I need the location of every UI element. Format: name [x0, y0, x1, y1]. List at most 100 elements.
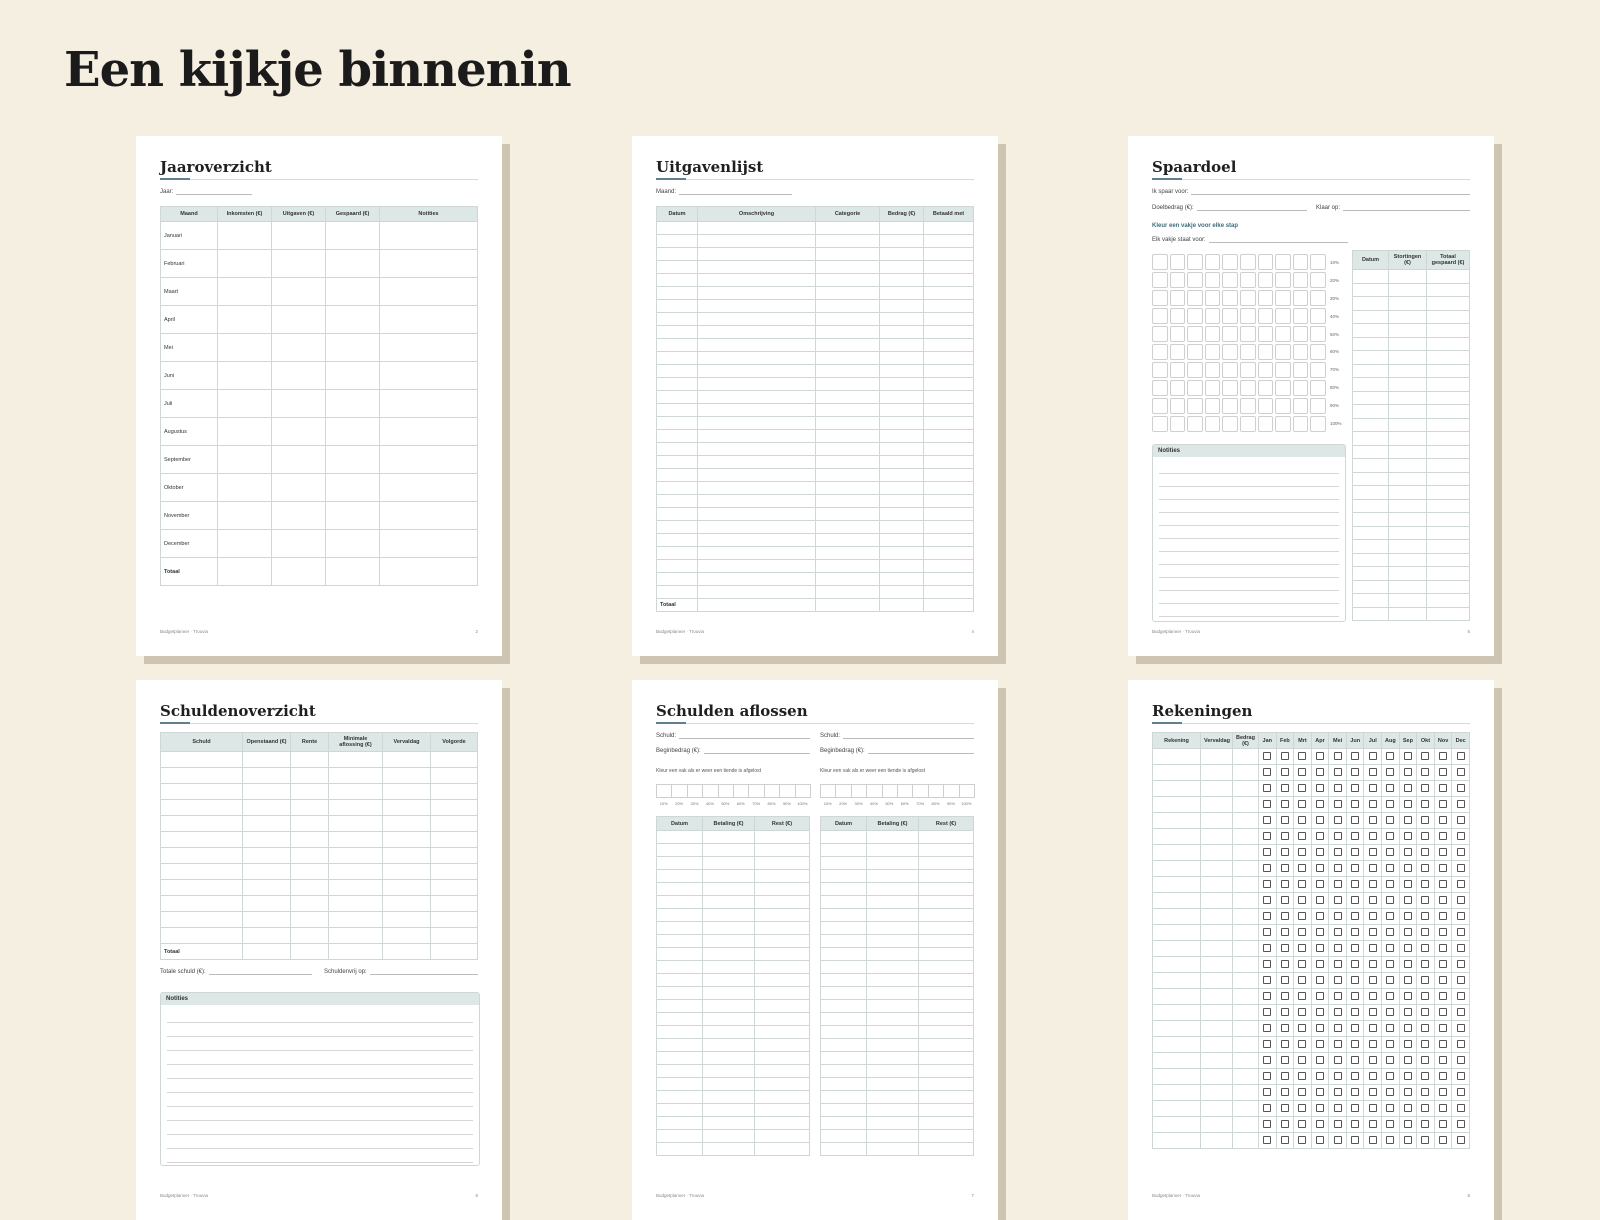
paid-checkbox[interactable] [1298, 943, 1307, 952]
savings-box[interactable] [1187, 362, 1203, 378]
paid-checkbox[interactable] [1456, 1055, 1465, 1064]
table-cell[interactable] [1152, 876, 1201, 893]
table-cell[interactable] [328, 815, 383, 832]
table-cell[interactable] [1200, 1132, 1233, 1149]
paid-checkbox[interactable] [1403, 1023, 1412, 1032]
paid-checkbox[interactable] [1263, 975, 1272, 984]
table-cell[interactable] [879, 286, 924, 300]
paid-checkbox[interactable] [1368, 1087, 1377, 1096]
table-cell[interactable] [923, 546, 974, 560]
paid-checkbox[interactable] [1333, 751, 1342, 760]
table-cell[interactable] [820, 973, 867, 987]
table-cell[interactable] [918, 1012, 974, 1026]
table-cell[interactable] [918, 869, 974, 883]
table-cell[interactable] [379, 529, 478, 558]
paid-checkbox[interactable] [1421, 847, 1430, 856]
table-cell[interactable] [923, 286, 974, 300]
table-cell[interactable] [430, 895, 478, 912]
table-cell[interactable] [290, 847, 329, 864]
debt-name-line[interactable] [843, 732, 974, 739]
paid-checkbox[interactable] [1403, 895, 1412, 904]
paid-checkbox[interactable] [1316, 927, 1325, 936]
table-cell[interactable] [702, 1012, 755, 1026]
progress-box[interactable] [794, 784, 812, 798]
table-cell[interactable] [866, 986, 919, 1000]
table-cell[interactable] [1200, 1100, 1233, 1117]
table-cell[interactable] [382, 815, 431, 832]
table-cell[interactable] [866, 1077, 919, 1091]
paid-checkbox[interactable] [1439, 1039, 1448, 1048]
table-cell[interactable] [815, 234, 880, 248]
paid-checkbox[interactable] [1298, 1007, 1307, 1016]
table-cell[interactable] [1352, 444, 1389, 459]
paid-checkbox[interactable] [1386, 991, 1395, 1000]
paid-checkbox[interactable] [1263, 959, 1272, 968]
savings-box[interactable] [1310, 344, 1326, 360]
table-cell[interactable] [815, 403, 880, 417]
table-cell[interactable] [702, 843, 755, 857]
table-cell[interactable] [1152, 988, 1201, 1005]
paid-checkbox[interactable] [1280, 847, 1289, 856]
progress-box[interactable] [927, 784, 945, 798]
paid-checkbox[interactable] [1316, 1071, 1325, 1080]
paid-checkbox[interactable] [1298, 863, 1307, 872]
table-cell[interactable] [754, 960, 810, 974]
paid-checkbox[interactable] [1298, 799, 1307, 808]
table-cell[interactable] [656, 1064, 703, 1078]
table-cell[interactable] [923, 533, 974, 547]
table-cell[interactable] [923, 247, 974, 261]
table-cell[interactable] [702, 1090, 755, 1104]
table-cell[interactable] [820, 921, 867, 935]
table-cell[interactable] [656, 299, 698, 313]
paid-checkbox[interactable] [1439, 1103, 1448, 1112]
table-cell[interactable] [866, 947, 919, 961]
paid-checkbox[interactable] [1403, 1135, 1412, 1144]
savings-box[interactable] [1152, 308, 1168, 324]
table-cell[interactable] [290, 831, 329, 848]
paid-checkbox[interactable] [1386, 1103, 1395, 1112]
paid-checkbox[interactable] [1421, 1023, 1430, 1032]
table-cell[interactable] [656, 312, 698, 326]
table-cell[interactable] [656, 908, 703, 922]
table-cell[interactable] [1200, 876, 1233, 893]
table-cell[interactable] [1200, 972, 1233, 989]
table-cell[interactable] [702, 1025, 755, 1039]
paid-checkbox[interactable] [1421, 895, 1430, 904]
table-cell[interactable] [1426, 471, 1470, 486]
savings-box[interactable] [1310, 308, 1326, 324]
paid-checkbox[interactable] [1368, 1071, 1377, 1080]
table-cell[interactable] [923, 455, 974, 469]
paid-checkbox[interactable] [1368, 927, 1377, 936]
note-line[interactable] [1159, 526, 1339, 539]
table-cell[interactable] [815, 585, 880, 599]
table-cell[interactable] [918, 934, 974, 948]
table-cell[interactable] [160, 815, 243, 832]
paid-checkbox[interactable] [1421, 863, 1430, 872]
table-cell[interactable] [217, 333, 272, 362]
table-cell[interactable] [242, 783, 291, 800]
savings-box[interactable] [1152, 344, 1168, 360]
table-cell[interactable] [1426, 485, 1470, 500]
table-cell[interactable] [1200, 1116, 1233, 1133]
paid-checkbox[interactable] [1368, 1055, 1377, 1064]
notes-box[interactable]: Notities [1152, 444, 1346, 622]
savings-box[interactable] [1275, 380, 1291, 396]
table-cell[interactable] [702, 960, 755, 974]
table-cell[interactable] [815, 572, 880, 586]
paid-checkbox[interactable] [1456, 959, 1465, 968]
table-cell[interactable] [290, 751, 329, 768]
table-cell[interactable] [923, 520, 974, 534]
table-cell[interactable] [866, 869, 919, 883]
table-cell[interactable] [1352, 269, 1389, 284]
paid-checkbox[interactable] [1386, 975, 1395, 984]
paid-checkbox[interactable] [1333, 783, 1342, 792]
savings-box[interactable] [1222, 398, 1238, 414]
table-cell[interactable] [866, 895, 919, 909]
paid-checkbox[interactable] [1386, 815, 1395, 824]
paid-checkbox[interactable] [1421, 1087, 1430, 1096]
table-cell[interactable] [656, 856, 703, 870]
table-cell[interactable] [1200, 1084, 1233, 1101]
table-cell[interactable] [1152, 828, 1201, 845]
savings-box[interactable] [1292, 344, 1309, 360]
save-for-field[interactable]: Ik spaar voor: [1152, 188, 1470, 195]
